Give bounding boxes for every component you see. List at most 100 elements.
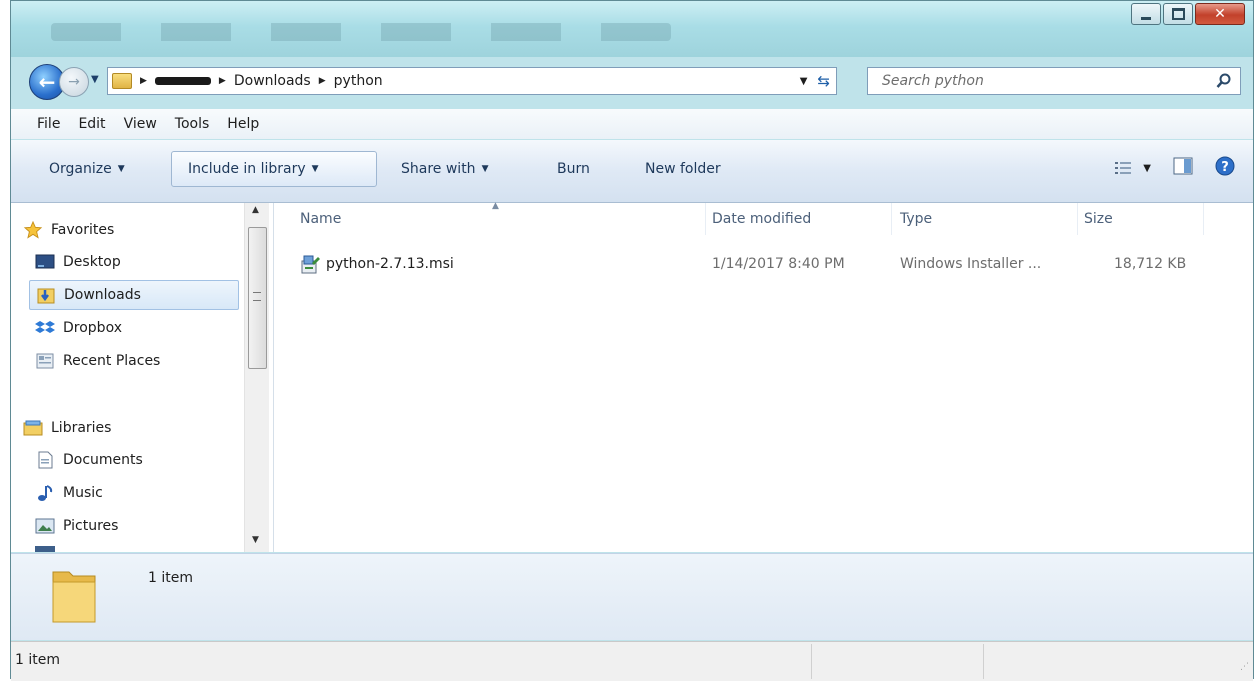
view-options-button[interactable]: ▼ xyxy=(1115,161,1151,175)
search-icon[interactable] xyxy=(1216,73,1232,89)
chevron-down-icon: ▼ xyxy=(1143,162,1151,174)
nav-favorites[interactable]: Favorites xyxy=(21,215,231,245)
address-bar[interactable]: ▶ ▶ Downloads ▶ python ▼ ⇆ xyxy=(107,67,837,95)
maximize-icon xyxy=(1171,8,1185,20)
videos-icon xyxy=(35,546,55,552)
msi-installer-icon xyxy=(301,255,320,274)
libraries-icon xyxy=(23,420,43,436)
desktop-icon xyxy=(35,254,55,269)
status-divider xyxy=(983,644,984,679)
chevron-right-icon[interactable]: ▶ xyxy=(140,76,147,86)
breadcrumb-downloads[interactable]: Downloads xyxy=(234,73,311,89)
maximize-button[interactable] xyxy=(1163,3,1193,25)
file-size: 18,712 KB xyxy=(1114,256,1187,272)
scroll-up-icon[interactable]: ▲ xyxy=(252,205,259,215)
nav-recent-places[interactable]: Recent Places xyxy=(29,346,239,376)
nav-favorites-label: Favorites xyxy=(51,222,115,238)
help-button[interactable]: ? xyxy=(1215,156,1235,180)
nav-music[interactable]: Music xyxy=(29,478,239,508)
folder-icon xyxy=(52,571,96,623)
column-date-modified[interactable]: Date modified xyxy=(706,203,892,235)
resize-grip-icon[interactable]: ⋰ xyxy=(1240,662,1249,672)
breadcrumb-python[interactable]: python xyxy=(334,73,383,89)
nav-libraries[interactable]: Libraries xyxy=(21,413,231,443)
status-item-count: 1 item xyxy=(15,652,60,668)
nav-desktop-label: Desktop xyxy=(63,254,121,270)
chevron-right-icon[interactable]: ▶ xyxy=(219,76,226,86)
back-arrow-icon: ← xyxy=(38,70,56,94)
title-bar[interactable]: ✕ xyxy=(11,1,1253,57)
nav-documents[interactable]: Documents xyxy=(29,445,239,475)
include-in-library-button[interactable]: Include in library ▼ xyxy=(171,151,377,187)
chevron-down-icon: ▼ xyxy=(311,164,319,174)
dropbox-icon xyxy=(35,321,55,333)
address-row: ← → ▼ ▶ ▶ Downloads ▶ python ▼ ⇆ Search … xyxy=(11,61,1253,101)
music-icon xyxy=(38,485,53,501)
status-divider xyxy=(811,644,812,679)
file-name: python-2.7.13.msi xyxy=(326,256,454,272)
preview-pane-button[interactable] xyxy=(1173,157,1193,179)
view-controls: ▼ ? xyxy=(1115,156,1235,180)
menu-help[interactable]: Help xyxy=(227,116,259,132)
details-pane: 1 item xyxy=(11,553,1253,640)
share-label: Share with xyxy=(401,161,476,177)
nav-documents-label: Documents xyxy=(63,452,143,468)
menu-view[interactable]: View xyxy=(124,116,157,132)
nav-pictures-label: Pictures xyxy=(63,518,119,534)
file-list: Name ▲ Date modified Type Size python-2.… xyxy=(274,201,1253,552)
forward-button[interactable]: → xyxy=(59,67,89,97)
new-folder-button[interactable]: New folder xyxy=(629,151,737,187)
pictures-icon xyxy=(35,518,55,534)
file-name-cell: python-2.7.13.msi xyxy=(300,249,454,279)
minimize-icon xyxy=(1141,16,1151,20)
nav-dropbox[interactable]: Dropbox xyxy=(29,313,239,343)
redacted-user-crumb[interactable] xyxy=(154,77,211,85)
search-input[interactable]: Search python xyxy=(867,67,1241,95)
share-with-button[interactable]: Share with ▼ xyxy=(385,151,504,187)
help-icon: ? xyxy=(1215,156,1235,176)
nav-downloads-label: Downloads xyxy=(64,287,141,303)
column-type[interactable]: Type xyxy=(892,203,1078,235)
blurred-background xyxy=(51,23,671,41)
nav-videos-partial[interactable] xyxy=(29,541,239,552)
address-dropdown-icon[interactable]: ▼ xyxy=(800,76,808,87)
chevron-right-icon[interactable]: ▶ xyxy=(319,76,326,86)
close-button[interactable]: ✕ xyxy=(1195,3,1245,25)
scroll-down-icon[interactable]: ▼ xyxy=(252,535,259,545)
nav-scrollbar[interactable]: ▲ ▼ xyxy=(244,203,269,552)
refresh-icon[interactable]: ⇆ xyxy=(817,72,830,90)
address-controls: ▼ ⇆ xyxy=(800,72,830,90)
new-folder-label: New folder xyxy=(645,161,721,177)
downloads-folder-icon xyxy=(37,288,55,304)
column-size[interactable]: Size xyxy=(1078,203,1204,235)
column-name[interactable]: Name ▲ xyxy=(274,201,706,235)
column-name-label: Name xyxy=(300,211,342,227)
nav-dropbox-label: Dropbox xyxy=(63,320,122,336)
command-bar: Organize ▼ Include in library ▼ Share with… xyxy=(11,140,1253,203)
nav-libraries-label: Libraries xyxy=(51,420,112,436)
chevron-down-icon: ▼ xyxy=(117,164,125,174)
sort-ascending-icon: ▲ xyxy=(492,201,499,211)
status-bar: 1 item ⋰ xyxy=(11,641,1253,681)
menu-bar: File Edit View Tools Help xyxy=(11,109,1253,139)
search-placeholder: Search python xyxy=(882,73,984,89)
menu-file[interactable]: File xyxy=(37,116,60,132)
table-row[interactable]: python-2.7.13.msi 1/14/2017 8:40 PM Wind… xyxy=(274,249,1253,279)
forward-arrow-icon: → xyxy=(68,74,80,90)
menu-tools[interactable]: Tools xyxy=(175,116,210,132)
grip-icon xyxy=(253,292,261,301)
menu-edit[interactable]: Edit xyxy=(78,116,105,132)
recent-pages-dropdown-icon[interactable]: ▼ xyxy=(91,74,99,85)
nav-pictures[interactable]: Pictures xyxy=(29,511,239,541)
nav-music-label: Music xyxy=(63,485,103,501)
burn-button[interactable]: Burn xyxy=(541,151,606,187)
minimize-button[interactable] xyxy=(1131,3,1161,25)
preview-pane-icon xyxy=(1173,157,1193,175)
organize-button[interactable]: Organize ▼ xyxy=(33,151,141,187)
nav-downloads[interactable]: Downloads xyxy=(29,280,239,310)
chevron-down-icon: ▼ xyxy=(481,164,489,174)
caption-buttons: ✕ xyxy=(1129,3,1245,25)
burn-label: Burn xyxy=(557,161,590,177)
scrollbar-thumb[interactable] xyxy=(248,227,267,369)
nav-desktop[interactable]: Desktop xyxy=(29,247,239,277)
